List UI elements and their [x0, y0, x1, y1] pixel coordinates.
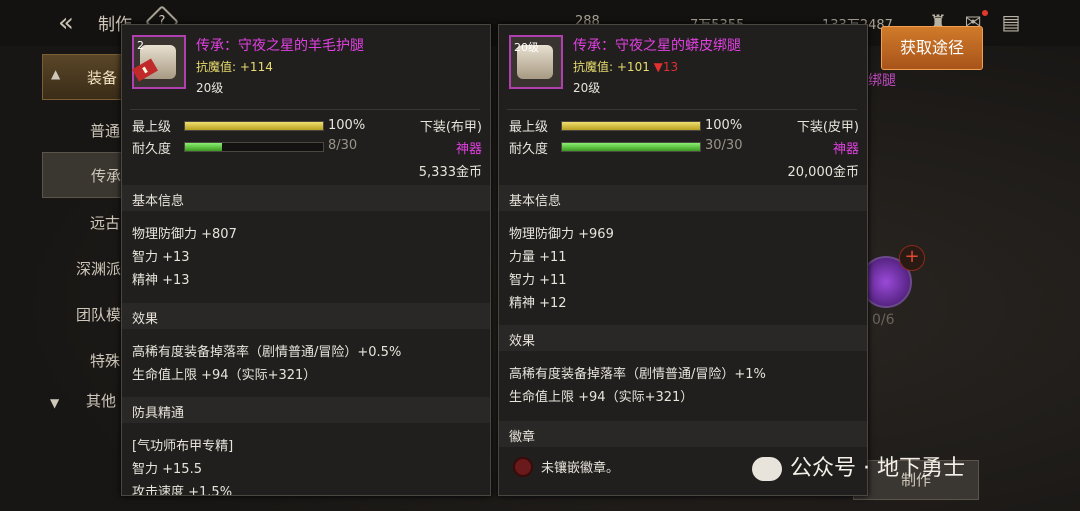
rarity: 神器 — [455, 142, 482, 157]
durability-bar — [561, 142, 701, 152]
durability-value: 30/30 — [705, 138, 743, 153]
price: 5,333金币 — [418, 165, 482, 180]
basic-line: 智力 +13 — [132, 250, 190, 265]
back-arrow-icon[interactable]: « — [58, 8, 88, 38]
sidebar-item-raid[interactable]: 团队模 — [42, 290, 132, 334]
sidebar-item-special[interactable]: 特殊 — [42, 336, 132, 380]
section-emblem: 徽章 — [499, 421, 867, 447]
top-grade-label: 最上级 — [509, 120, 549, 135]
item-level: 20级 — [196, 81, 224, 95]
durability-label: 耐久度 — [509, 142, 549, 157]
section-mastery: 防具精通 — [122, 397, 490, 423]
emblem-slot-icon — [513, 457, 533, 477]
chat-icon[interactable]: ▤ — [998, 10, 1024, 34]
item-name: 传承：守夜之星的羊毛护腿 — [196, 38, 364, 54]
rarity: 神器 — [832, 142, 859, 157]
basic-line: 物理防御力 +807 — [132, 227, 237, 242]
effect-line: 生命值上限 +94（实际+321） — [509, 390, 694, 405]
mastery-line: [气功师布甲专精] — [132, 439, 234, 454]
top-grade-label: 最上级 — [132, 120, 172, 135]
mastery-line: 攻击速度 +1.5% — [132, 485, 233, 496]
basic-line: 精神 +13 — [132, 273, 190, 288]
chevron-down-icon: ▼ — [50, 396, 60, 410]
section-basic: 基本信息 — [499, 185, 867, 211]
durability-label: 耐久度 — [132, 142, 172, 157]
effect-line: 高稀有度装备掉落率（剧情普通/冒险）+0.5% — [132, 345, 402, 360]
basic-line: 物理防御力 +969 — [509, 227, 614, 242]
basic-line: 力量 +11 — [509, 250, 567, 265]
emblem-text: 未镶嵌徽章。 — [541, 461, 620, 476]
notification-dot — [982, 10, 988, 16]
effect-line: 生命值上限 +94（实际+321） — [132, 368, 317, 383]
top-grade-pct: 100% — [705, 118, 743, 133]
sidebar-item-normal[interactable]: 普通 — [42, 106, 132, 150]
section-effect: 效果 — [122, 303, 490, 329]
sidebar-item-ancient[interactable]: 远古 — [42, 198, 132, 242]
sidebar-item-abyss[interactable]: 深渊派 — [42, 244, 132, 288]
item-tooltip-2: 20级 传承：守夜之星的蟒皮绑腿 抗魔值: +101 ▼13 20级 最上级 1… — [498, 24, 868, 496]
watermark: 公众号 · 地下勇士 — [752, 450, 965, 482]
wechat-icon — [752, 457, 782, 481]
resist-line: 抗魔值: +101 ▼13 — [573, 60, 679, 74]
add-material-icon[interactable]: + — [899, 245, 925, 271]
item-thumbnail: 2 ▮ — [131, 35, 186, 89]
chevron-up-icon: ▲ — [51, 67, 61, 81]
item-type-label: 绑腿 — [868, 73, 896, 89]
section-basic: 基本信息 — [122, 185, 490, 211]
slot-type: 下装(皮甲) — [796, 120, 859, 135]
top-grade-bar — [184, 121, 324, 131]
top-grade-pct: 100% — [328, 118, 366, 133]
basic-line: 智力 +11 — [509, 273, 567, 288]
get-source-button[interactable]: 获取途径 — [881, 26, 983, 70]
section-effect: 效果 — [499, 325, 867, 351]
durability-bar — [184, 142, 324, 152]
slot-type: 下装(布甲) — [419, 120, 482, 135]
decrease-indicator: ▼13 — [653, 60, 679, 74]
effect-line: 高稀有度装备掉落率（剧情普通/冒险）+1% — [509, 367, 766, 382]
top-grade-bar — [561, 121, 701, 131]
resist-line: 抗魔值: +114 — [196, 60, 273, 74]
divider — [507, 109, 857, 110]
durability-value: 8/30 — [328, 138, 358, 153]
item-name: 传承：守夜之星的蟒皮绑腿 — [573, 38, 741, 54]
item-thumbnail: 20级 — [509, 35, 563, 89]
sidebar-item-other[interactable]: ▼ 其他 — [42, 384, 132, 428]
divider — [130, 109, 480, 110]
mastery-line: 智力 +15.5 — [132, 462, 202, 477]
item-level: 20级 — [573, 81, 601, 95]
price: 20,000金币 — [787, 165, 860, 180]
item-tooltip-1: 2 ▮ 传承：守夜之星的羊毛护腿 抗魔值: +114 20级 最上级 100% … — [121, 24, 491, 496]
material-count: 0/6 — [872, 312, 895, 328]
basic-line: 精神 +12 — [509, 296, 567, 311]
